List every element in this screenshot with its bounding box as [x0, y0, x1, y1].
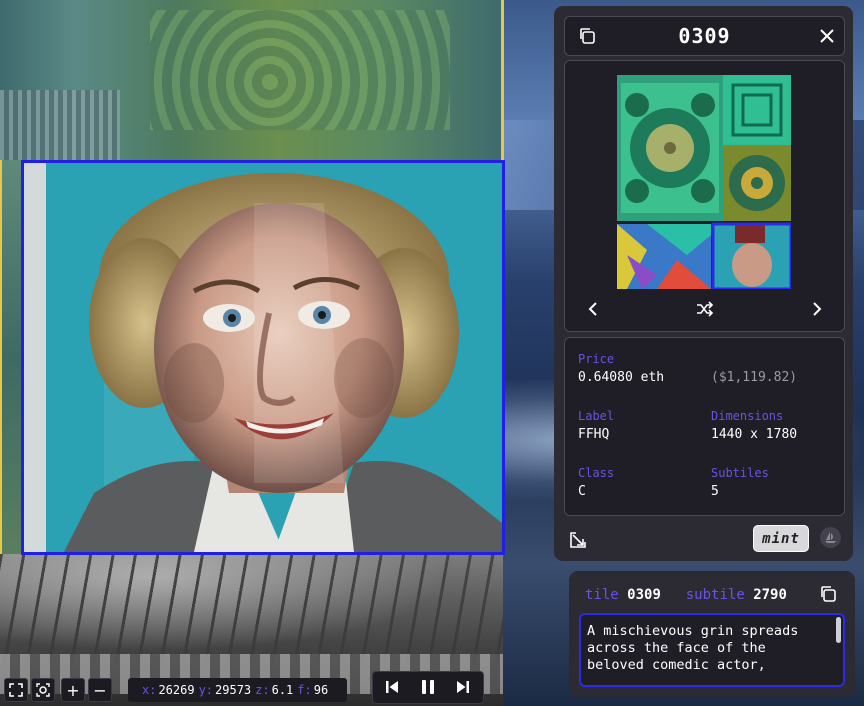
subtiles-label: Subtiles [711, 466, 769, 480]
fullscreen-icon[interactable] [4, 678, 28, 702]
shuffle-icon[interactable] [693, 297, 717, 321]
portrait-image [24, 163, 502, 552]
scrollbar[interactable] [836, 617, 841, 643]
chevron-left-icon[interactable] [583, 297, 603, 321]
skip-forward-icon[interactable] [453, 677, 473, 697]
price-usd: ($1,119.82) [711, 370, 798, 385]
panel-header: 0309 [564, 16, 845, 56]
tile-title: 0309 [678, 24, 731, 48]
tile-info-panel: 0309 Price 0.64080 eth ($1,119.82) Label… [554, 6, 853, 561]
subtiles-value: 5 [711, 484, 719, 499]
mosaic-tile-left[interactable] [0, 160, 21, 555]
z-label: z: [255, 683, 270, 697]
tile-label: tile [585, 587, 619, 603]
copy-icon[interactable] [817, 583, 839, 605]
price-eth: 0.64080 eth [578, 370, 665, 385]
subtile-header: tile 0309 subtile 2790 [585, 587, 787, 603]
subtile-panel: tile 0309 subtile 2790 A mischievous gri… [569, 571, 855, 697]
tile-preview [564, 60, 845, 332]
skip-back-icon[interactable] [382, 677, 402, 697]
label-value: FFHQ [578, 427, 610, 442]
y-value: 29573 [215, 683, 252, 697]
subtile-value: 2790 [753, 587, 787, 603]
price-label: Price [578, 352, 615, 366]
chevron-right-icon[interactable] [807, 297, 827, 321]
x-label: x: [142, 683, 157, 697]
subtile-description[interactable]: A mischievous grin spreads across the fa… [579, 613, 845, 687]
dimensions-label: Dimensions [711, 409, 784, 423]
close-icon[interactable] [816, 25, 838, 47]
tile-value: 0309 [627, 587, 661, 603]
f-label: f: [297, 683, 312, 697]
subtile-grid [617, 75, 791, 289]
tile-texture [0, 554, 503, 664]
coordinate-readout: x: 26269 y: 29573 z: 6.1 f: 96 [128, 678, 347, 702]
description-text: A mischievous grin spreads across the fa… [587, 623, 799, 673]
mint-button[interactable]: mint [753, 525, 809, 552]
focus-icon[interactable] [31, 678, 55, 702]
class-label: Class [578, 466, 615, 480]
y-label: y: [198, 683, 214, 697]
tile-highlight-border [0, 160, 2, 555]
tile-texture [150, 10, 450, 130]
subtile-label: subtile [685, 587, 745, 603]
tile-texture [0, 90, 120, 160]
class-value: C [578, 484, 586, 499]
tile-details: Price 0.64080 eth ($1,119.82) Label FFHQ… [564, 337, 845, 516]
mosaic-tile-top[interactable] [0, 0, 503, 160]
dimensions-value: 1440 x 1780 [711, 427, 798, 442]
selected-tile[interactable] [21, 160, 505, 555]
playback-controls [372, 671, 484, 704]
tile-highlight-border [501, 0, 504, 160]
x-value: 26269 [158, 683, 195, 697]
z-value: 6.1 [271, 683, 294, 697]
opensea-icon[interactable] [820, 527, 841, 548]
f-value: 96 [313, 683, 329, 697]
zoom-in-button[interactable]: + [61, 678, 85, 702]
pause-icon[interactable] [418, 677, 438, 697]
zoom-out-button[interactable]: − [88, 678, 112, 702]
label-label: Label [578, 409, 615, 423]
expand-icon[interactable] [566, 528, 590, 552]
preview-nav [565, 297, 844, 321]
